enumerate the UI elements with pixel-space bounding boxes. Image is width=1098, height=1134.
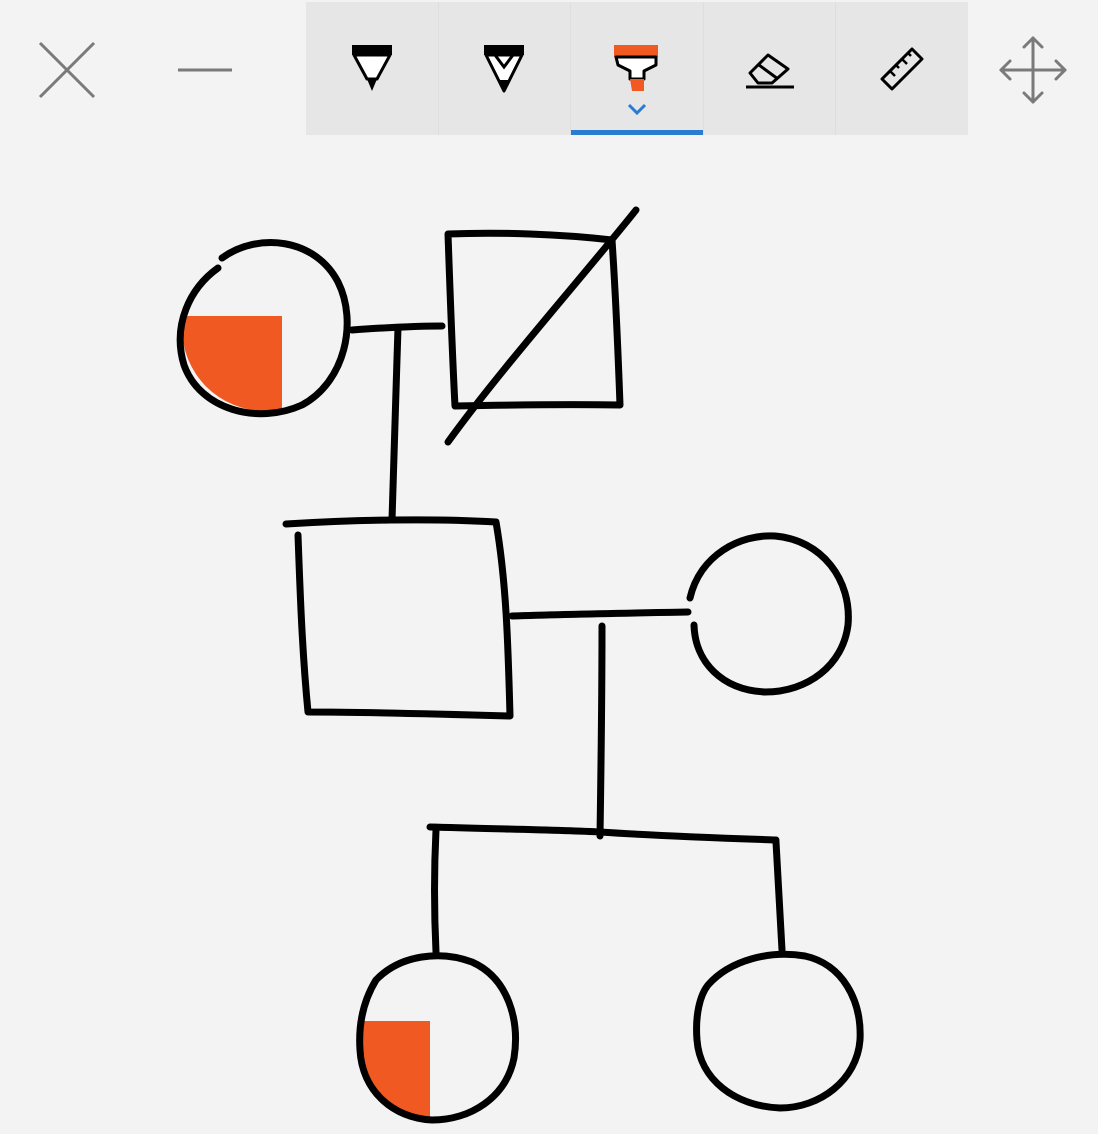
selected-tool-indicator	[571, 130, 703, 135]
sketch-window	[0, 0, 1098, 1134]
parents-descent-line	[596, 622, 606, 840]
eraser-tool[interactable]	[702, 2, 836, 135]
second-daughter-circle	[693, 950, 864, 1112]
title-bar	[0, 0, 1098, 140]
second-daughter-drop-line	[772, 838, 786, 954]
ruler-tool[interactable]	[835, 2, 968, 135]
move-arrows-icon	[999, 36, 1067, 104]
eraser-icon	[745, 53, 794, 88]
drawing-canvas[interactable]	[0, 140, 1098, 1134]
pencil-icon	[484, 44, 525, 92]
ruler-icon	[880, 47, 924, 90]
ink-toolbar	[306, 2, 968, 135]
minimize-icon	[178, 68, 232, 72]
sibship-line	[426, 823, 780, 844]
minimize-button[interactable]	[140, 0, 270, 140]
father-square	[282, 516, 514, 720]
chevron-down-icon[interactable]	[626, 102, 648, 116]
ballpoint-pen-tool[interactable]	[306, 2, 438, 135]
daughter-drop-line	[431, 826, 440, 956]
close-icon	[38, 41, 96, 99]
mother-circle	[686, 532, 852, 696]
grandmother-affected-fill	[182, 316, 282, 411]
pedigree-drawing	[176, 206, 864, 1124]
ballpoint-pen-icon	[351, 44, 392, 91]
highlighter-tool[interactable]	[570, 2, 703, 135]
pencil-tool[interactable]	[437, 2, 571, 135]
parents-marriage-line	[508, 608, 692, 620]
move-button[interactable]	[968, 0, 1098, 140]
close-button[interactable]	[2, 0, 132, 140]
highlighter-icon	[613, 44, 658, 91]
grandparents-descent-line	[388, 324, 402, 524]
